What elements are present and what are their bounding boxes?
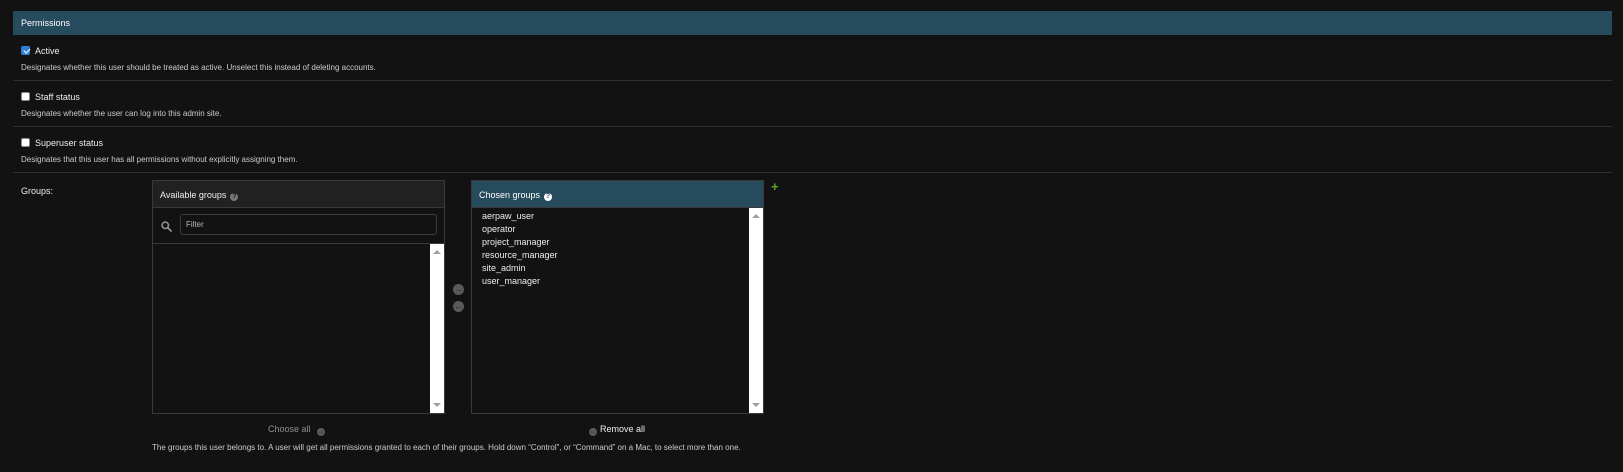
staff-status-checkbox[interactable]	[21, 92, 30, 101]
scroll-up-icon[interactable]	[433, 250, 441, 254]
chosen-group-item[interactable]: resource_manager	[482, 250, 558, 260]
arrow-left-circle-icon[interactable]: ←	[453, 301, 464, 312]
filter-row: Filter	[153, 208, 444, 244]
remove-all-link[interactable]: ← Remove all	[589, 424, 645, 436]
chosen-scrollbar[interactable]	[749, 208, 763, 413]
active-checkbox[interactable]	[21, 46, 30, 55]
chosen-groups-box: Chosen groups? aerpaw_user operator proj…	[471, 180, 764, 414]
chosen-group-item[interactable]: user_manager	[482, 276, 540, 286]
scroll-down-icon[interactable]	[433, 403, 441, 407]
available-groups-title-text: Available groups	[160, 190, 227, 200]
choose-all-label: Choose all	[268, 424, 311, 434]
chosen-groups-title-text: Chosen groups	[479, 190, 541, 200]
available-groups-box: Available groups? Filter	[152, 180, 445, 414]
plus-icon[interactable]: +	[771, 179, 779, 194]
arrow-right-circle-icon: →	[317, 428, 326, 436]
chosen-group-item[interactable]: operator	[482, 224, 516, 234]
active-help: Designates whether this user should be t…	[21, 63, 376, 72]
row-divider	[13, 80, 1612, 81]
row-divider	[13, 126, 1612, 127]
groups-label: Groups:	[21, 186, 54, 196]
groups-help: The groups this user belongs to. A user …	[152, 443, 741, 452]
row-divider	[13, 172, 1612, 173]
staff-status-label[interactable]: Staff status	[35, 92, 80, 102]
choose-all-link[interactable]: Choose all →	[268, 424, 326, 436]
superuser-status-help: Designates that this user has all permis…	[21, 155, 298, 164]
chosen-group-item[interactable]: project_manager	[482, 237, 550, 247]
superuser-status-checkbox[interactable]	[21, 138, 30, 147]
available-scrollbar[interactable]	[430, 244, 444, 413]
question-icon[interactable]: ?	[230, 193, 239, 201]
remove-all-label: Remove all	[600, 424, 646, 434]
scroll-down-icon[interactable]	[752, 403, 760, 407]
section-title: Permissions	[21, 18, 71, 28]
section-header: Permissions	[13, 11, 1612, 35]
staff-status-help: Designates whether the user can log into…	[21, 109, 222, 118]
arrow-left-circle-icon: ←	[589, 428, 597, 436]
filter-placeholder: Filter	[186, 220, 204, 229]
chosen-groups-title: Chosen groups?	[472, 181, 763, 208]
question-icon[interactable]: ?	[544, 193, 553, 201]
search-icon	[161, 221, 172, 232]
filter-input[interactable]: Filter	[180, 214, 437, 235]
active-label[interactable]: Active	[35, 46, 60, 56]
scroll-up-icon[interactable]	[752, 214, 760, 218]
superuser-status-label[interactable]: Superuser status	[35, 138, 103, 148]
arrow-right-circle-icon[interactable]: →	[453, 284, 464, 295]
chosen-group-item[interactable]: aerpaw_user	[482, 211, 534, 221]
available-groups-title: Available groups?	[153, 181, 444, 208]
chosen-group-item[interactable]: site_admin	[482, 263, 526, 273]
